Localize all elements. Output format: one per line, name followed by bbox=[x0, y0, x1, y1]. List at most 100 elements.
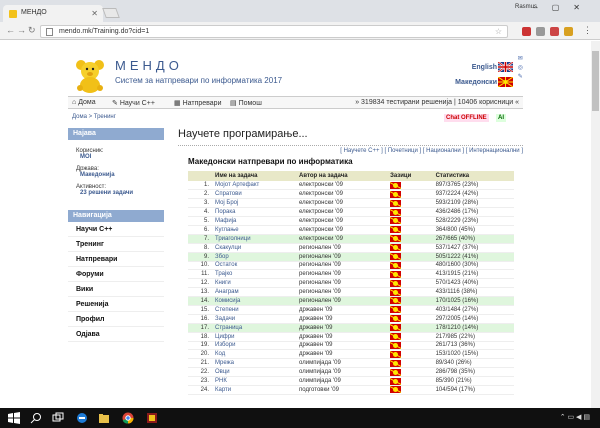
column-header[interactable]: Статистика bbox=[432, 171, 514, 181]
problem-name-link[interactable]: Скакулци bbox=[212, 243, 297, 253]
uk-flag-icon[interactable] bbox=[498, 62, 513, 72]
table-row[interactable]: 14. Комисија регионален '09 170/1025 (16%) bbox=[188, 296, 514, 306]
page-scrollbar[interactable] bbox=[591, 41, 600, 408]
sidebar-item-forums[interactable]: Форуми bbox=[68, 267, 164, 282]
problem-name-link[interactable]: Книги bbox=[212, 278, 297, 289]
problem-name-link[interactable]: Куглање bbox=[212, 225, 297, 235]
table-row[interactable]: 3. Мој Број електронски '09 593/2109 (28%) bbox=[188, 198, 514, 209]
ai-badge[interactable]: AI bbox=[496, 114, 506, 122]
address-bar[interactable]: mendo.mk/Training.do?cid=1 ☆ bbox=[40, 25, 508, 38]
table-row[interactable]: 21. Мрежа олимпијада '09 89/340 (26%) bbox=[188, 358, 514, 369]
lang-english-link[interactable]: English bbox=[472, 64, 497, 71]
reload-icon[interactable]: ↻ bbox=[28, 25, 36, 36]
column-header[interactable]: Име на задача bbox=[212, 171, 297, 181]
problem-name-link[interactable]: РНК bbox=[212, 376, 297, 386]
extension-icon[interactable] bbox=[564, 27, 573, 36]
nav-learn-cpp[interactable]: ✎ Научи C++ bbox=[112, 99, 155, 107]
table-row[interactable]: 15. Степени државен '09 403/1484 (27%) bbox=[188, 305, 514, 315]
table-row[interactable]: 23. РНК олимпијада '09 85/390 (21%) bbox=[188, 376, 514, 386]
new-tab-button[interactable] bbox=[102, 8, 120, 18]
table-row[interactable]: 22. Овци олимпијада '09 286/798 (35%) bbox=[188, 367, 514, 378]
problem-name-link[interactable]: Избори bbox=[212, 341, 297, 351]
activity-value[interactable]: 23 решени задачи bbox=[76, 190, 164, 196]
problem-name-link[interactable]: Спратови bbox=[212, 189, 297, 200]
sidebar-item-contests[interactable]: Натпревари bbox=[68, 252, 164, 267]
problem-name-link[interactable]: Збор bbox=[212, 252, 297, 262]
lang-macedonian-link[interactable]: Македонски bbox=[455, 79, 497, 86]
problem-name-link[interactable]: Цифри bbox=[212, 332, 297, 342]
table-row[interactable]: 9. Збор регионален '09 505/1222 (41%) bbox=[188, 252, 514, 262]
sidebar-item-wiki[interactable]: Вики bbox=[68, 282, 164, 297]
problem-name-link[interactable]: Остаток bbox=[212, 261, 297, 271]
windows-start-icon[interactable] bbox=[8, 412, 20, 424]
breadcrumb[interactable]: Дома > Тренинг bbox=[72, 114, 116, 120]
user-value[interactable]: MOI bbox=[76, 154, 164, 160]
problem-name-link[interactable]: Степени bbox=[212, 305, 297, 315]
globe-icon[interactable]: ◎ bbox=[518, 64, 523, 73]
system-tray[interactable]: ⌃ ▭ ◀ ▤ bbox=[560, 413, 590, 421]
window-controls[interactable]: –▢✕ bbox=[533, 3, 594, 12]
problem-name-link[interactable]: Код bbox=[212, 349, 297, 360]
problem-name-link[interactable]: Страница bbox=[212, 323, 297, 333]
table-row[interactable]: 8. Скакулци регионален '09 537/1427 (37%) bbox=[188, 243, 514, 253]
table-row[interactable]: 11. Трајко регионален '09 413/1915 (21%) bbox=[188, 269, 514, 280]
table-row[interactable]: 17. Страница државен '09 178/1210 (14%) bbox=[188, 323, 514, 333]
search-icon[interactable] bbox=[30, 412, 42, 424]
table-row[interactable]: 16. Задачи државен '09 297/2005 (14%) bbox=[188, 314, 514, 324]
sidebar-item-training[interactable]: Тренинг bbox=[68, 237, 164, 252]
table-row[interactable]: 20. Код државен '09 153/1020 (15%) bbox=[188, 349, 514, 360]
table-row[interactable]: 19. Избори државен '09 261/713 (36%) bbox=[188, 341, 514, 351]
table-row[interactable]: 1. Мојот Артефакт електронски '09 897/3765 … bbox=[188, 181, 514, 191]
nav-contests[interactable]: ▦ Натпревари bbox=[174, 99, 221, 107]
problem-name-link[interactable]: Анаграм bbox=[212, 287, 297, 298]
problem-name-link[interactable]: Порака bbox=[212, 207, 297, 218]
file-explorer-icon[interactable] bbox=[98, 412, 110, 424]
problem-name-link[interactable]: Мафија bbox=[212, 216, 297, 226]
problem-name-link[interactable]: Комисија bbox=[212, 296, 297, 306]
table-row[interactable]: 5. Мафија електронски '09 528/2229 (23%) bbox=[188, 216, 514, 226]
macedonia-flag-icon[interactable] bbox=[498, 77, 513, 87]
bookmark-star-icon[interactable]: ☆ bbox=[495, 27, 502, 36]
problem-name-link[interactable]: Задачи bbox=[212, 314, 297, 324]
app-icon[interactable] bbox=[146, 412, 158, 424]
table-row[interactable]: 10. Остаток регионален '09 480/1600 (30%) bbox=[188, 261, 514, 271]
nav-home[interactable]: ⌂ Дома bbox=[72, 99, 96, 106]
table-row[interactable]: 4. Порака електронски '09 436/2486 (17%) bbox=[188, 207, 514, 218]
browser-menu-icon[interactable]: ⋮ bbox=[583, 25, 592, 36]
edit-icon[interactable]: ✎ bbox=[518, 73, 523, 82]
chat-status-badge[interactable]: Chat OFFLINE bbox=[444, 114, 489, 122]
back-icon[interactable]: ← bbox=[6, 25, 15, 35]
problem-name-link[interactable]: Мој Број bbox=[212, 198, 297, 209]
nav-help[interactable]: ▤ Помош bbox=[230, 99, 262, 107]
problem-name-link[interactable]: Мрежа bbox=[212, 358, 297, 369]
column-header[interactable]: Автор на задача bbox=[296, 171, 388, 181]
table-row[interactable]: 6. Куглање електронски '09 364/800 (45%) bbox=[188, 225, 514, 235]
edge-browser-icon[interactable] bbox=[76, 412, 88, 424]
table-row[interactable]: 7. Триаголници електронски '09 267/665 (40%… bbox=[188, 234, 514, 244]
problem-name-link[interactable]: Мојот Артефакт bbox=[212, 181, 297, 191]
sidebar-item-logout[interactable]: Одјава bbox=[68, 327, 164, 342]
table-row[interactable]: 24. Карти подготовки '09 104/594 (17%) bbox=[188, 385, 514, 395]
table-row[interactable]: 2. Спратови електронски '09 937/2224 (42%) bbox=[188, 189, 514, 200]
table-row[interactable]: 12. Книги регионален '09 570/1423 (40%) bbox=[188, 278, 514, 289]
table-row[interactable]: 18. Цифри државен '09 217/985 (22%) bbox=[188, 332, 514, 342]
scrollbar-thumb[interactable] bbox=[592, 51, 599, 111]
sidebar-item-profile[interactable]: Профил bbox=[68, 312, 164, 327]
category-links[interactable]: [ Научете C++ ] [ Почетници ] [ Национал… bbox=[178, 145, 523, 154]
browser-tab[interactable]: МЕНДО ✕ bbox=[3, 5, 103, 22]
teddy-bear-logo-icon[interactable] bbox=[72, 57, 108, 93]
extension-icon[interactable] bbox=[550, 27, 559, 36]
chrome-icon[interactable] bbox=[122, 412, 134, 424]
problem-name-link[interactable]: Овци bbox=[212, 367, 297, 378]
extension-icon[interactable] bbox=[536, 27, 545, 36]
table-row[interactable]: 13. Анаграм регионален '09 433/1116 (38%) bbox=[188, 287, 514, 298]
close-tab-icon[interactable]: ✕ bbox=[91, 9, 98, 18]
problem-name-link[interactable]: Триаголници bbox=[212, 234, 297, 244]
problem-name-link[interactable]: Карти bbox=[212, 385, 297, 395]
sidebar-item-learn-cpp[interactable]: Научи C++ bbox=[68, 222, 164, 237]
problem-name-link[interactable]: Трајко bbox=[212, 269, 297, 280]
task-view-icon[interactable] bbox=[52, 412, 64, 424]
mail-icon[interactable]: ✉ bbox=[518, 55, 523, 64]
sidebar-item-solutions[interactable]: Решенија bbox=[68, 297, 164, 312]
extension-icon[interactable] bbox=[522, 27, 531, 36]
